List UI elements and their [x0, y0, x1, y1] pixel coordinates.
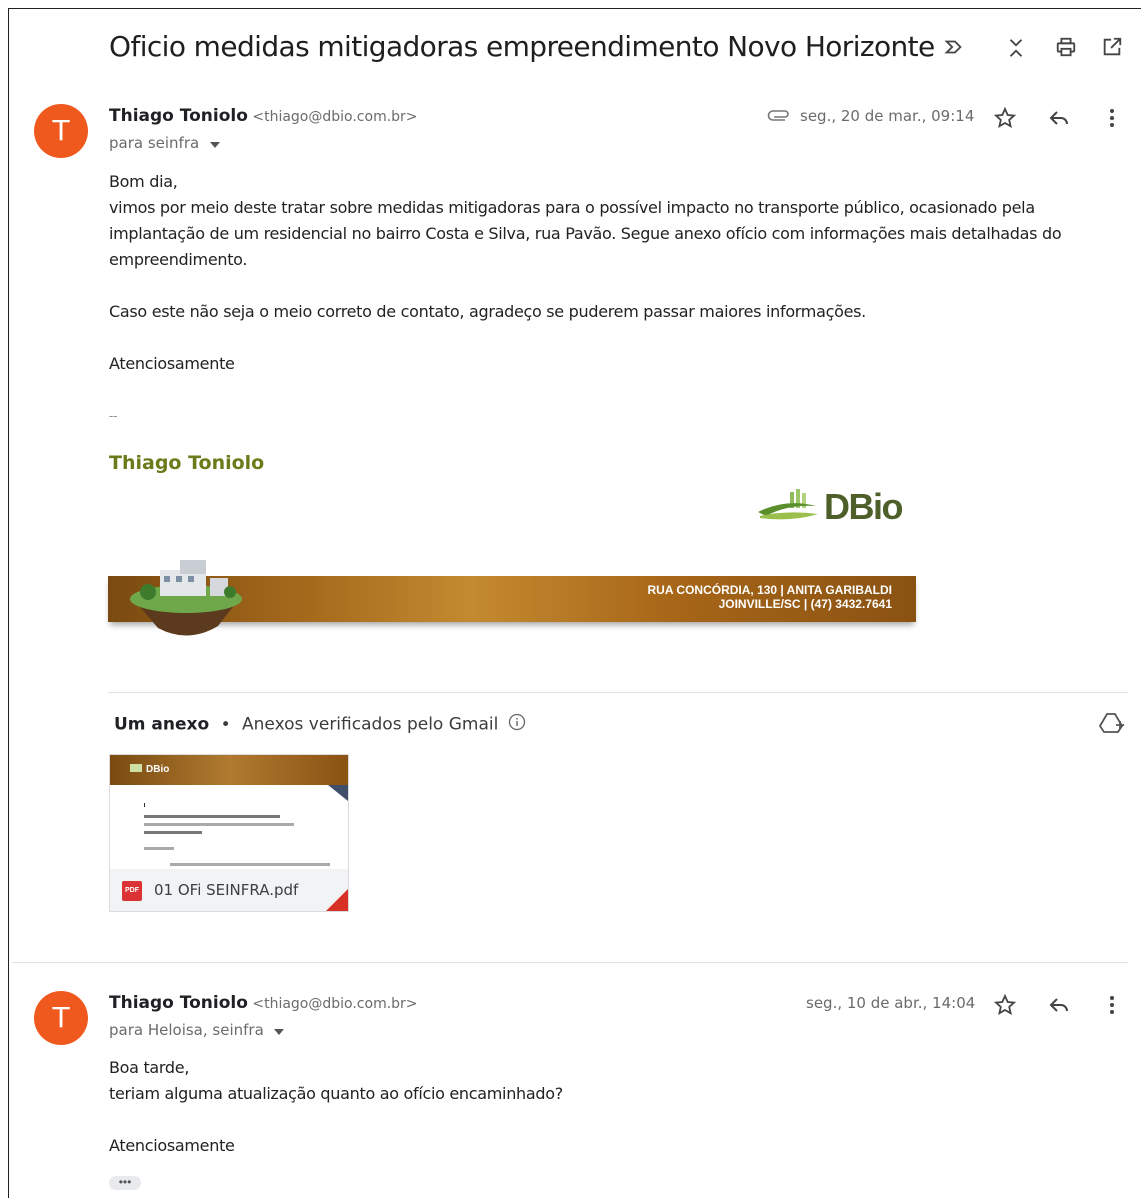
attachments-scan-label: Anexos verificados pelo Gmail [242, 714, 499, 735]
sender-email: <thiago@dbio.com.br> [252, 996, 418, 1012]
signature-name: Thiago Toniolo [109, 452, 265, 474]
floating-island-illustration [122, 552, 252, 642]
thread-subject: Oficio medidas mitigadoras empreendiment… [109, 30, 935, 63]
attachments-count: Um anexo [114, 714, 210, 735]
body-paragraph: teriam alguma atualização quanto ao ofíc… [109, 1084, 563, 1103]
message-date: seg., 10 de abr., 14:04 [806, 994, 976, 1012]
sender-avatar[interactable]: T [34, 104, 88, 158]
recipients-line: para seinfra [109, 134, 200, 152]
message-header: Thiago Toniolo <thiago@dbio.com.br> [109, 106, 418, 126]
reply-icon[interactable] [1047, 993, 1071, 1022]
banner-address: RUA CONCÓRDIA, 130 | ANITA GARIBALDI [647, 583, 892, 597]
message-body: Boa tarde, teriam alguma atualização qua… [109, 1055, 1099, 1159]
preview-logo-bars [130, 764, 142, 772]
add-to-drive-icon[interactable] [1098, 711, 1125, 740]
preview-text-line [144, 847, 174, 850]
body-closing: Atenciosamente [109, 1136, 235, 1155]
preview-text-line [144, 803, 145, 807]
message-divider [12, 962, 1128, 963]
signature-separator: -- [109, 409, 118, 423]
more-options-icon[interactable] [1102, 993, 1122, 1022]
sender-email: <thiago@dbio.com.br> [252, 109, 418, 125]
banner-contact: JOINVILLE/SC | (47) 3432.7641 [718, 597, 892, 611]
pdf-corner-fold [324, 887, 348, 911]
chevron-down-icon [209, 135, 220, 153]
body-paragraph: vimos por meio deste tratar sobre medida… [109, 198, 1062, 269]
message-date: seg., 20 de mar., 09:14 [800, 107, 975, 125]
star-icon[interactable] [993, 993, 1017, 1022]
body-closing: Atenciosamente [109, 354, 235, 373]
preview-header: DBio [110, 755, 348, 785]
dbio-logo: DBio [756, 486, 906, 530]
pdf-icon: PDF [122, 881, 142, 901]
message-body: Bom dia, vimos por meio deste tratar sob… [109, 169, 1099, 429]
message-header: Thiago Toniolo <thiago@dbio.com.br> [109, 993, 418, 1013]
preview-logo: DBio [146, 764, 170, 775]
recipients-line: para Heloisa, seinfra [109, 1021, 264, 1039]
sender-avatar[interactable]: T [34, 991, 88, 1045]
label-forward-icon[interactable] [942, 36, 966, 60]
attachment-footer: PDF 01 OFi SEINFRA.pdf [110, 869, 348, 911]
sender-name[interactable]: Thiago Toniolo [109, 993, 248, 1013]
star-icon[interactable] [993, 106, 1017, 135]
preview-text-line [170, 863, 330, 866]
attachments-header: Um anexo • Anexos verificados pelo Gmail [114, 713, 526, 736]
body-greeting: Boa tarde, [109, 1058, 190, 1077]
attachment-clip-icon [767, 107, 791, 126]
preview-corner [328, 785, 348, 801]
more-options-icon[interactable] [1102, 106, 1122, 135]
body-greeting: Bom dia, [109, 172, 178, 191]
preview-text-line [144, 831, 202, 834]
chevron-down-icon [274, 1022, 285, 1040]
dbio-logo-text: DBio [824, 486, 904, 527]
open-new-window-icon[interactable] [1100, 36, 1124, 60]
attachment-filename: 01 OFi SEINFRA.pdf [154, 881, 299, 899]
attachments-separator: • [220, 714, 231, 735]
show-trimmed-content-button[interactable]: ••• [109, 1176, 141, 1190]
collapse-icon[interactable] [1004, 36, 1028, 60]
recipients-toggle[interactable]: para seinfra [109, 134, 220, 153]
attachments-divider [108, 692, 1128, 693]
print-icon[interactable] [1054, 36, 1078, 60]
preview-text-line [144, 823, 294, 826]
attachment-chip[interactable]: DBio PDF 01 OFi SEINFRA.pdf [109, 754, 349, 912]
preview-text-line [144, 815, 280, 818]
info-icon[interactable] [508, 713, 526, 736]
recipients-toggle[interactable]: para Heloisa, seinfra [109, 1021, 285, 1040]
body-paragraph: Caso este não seja o meio correto de con… [109, 302, 866, 321]
reply-icon[interactable] [1047, 106, 1071, 135]
sender-name[interactable]: Thiago Toniolo [109, 106, 248, 126]
